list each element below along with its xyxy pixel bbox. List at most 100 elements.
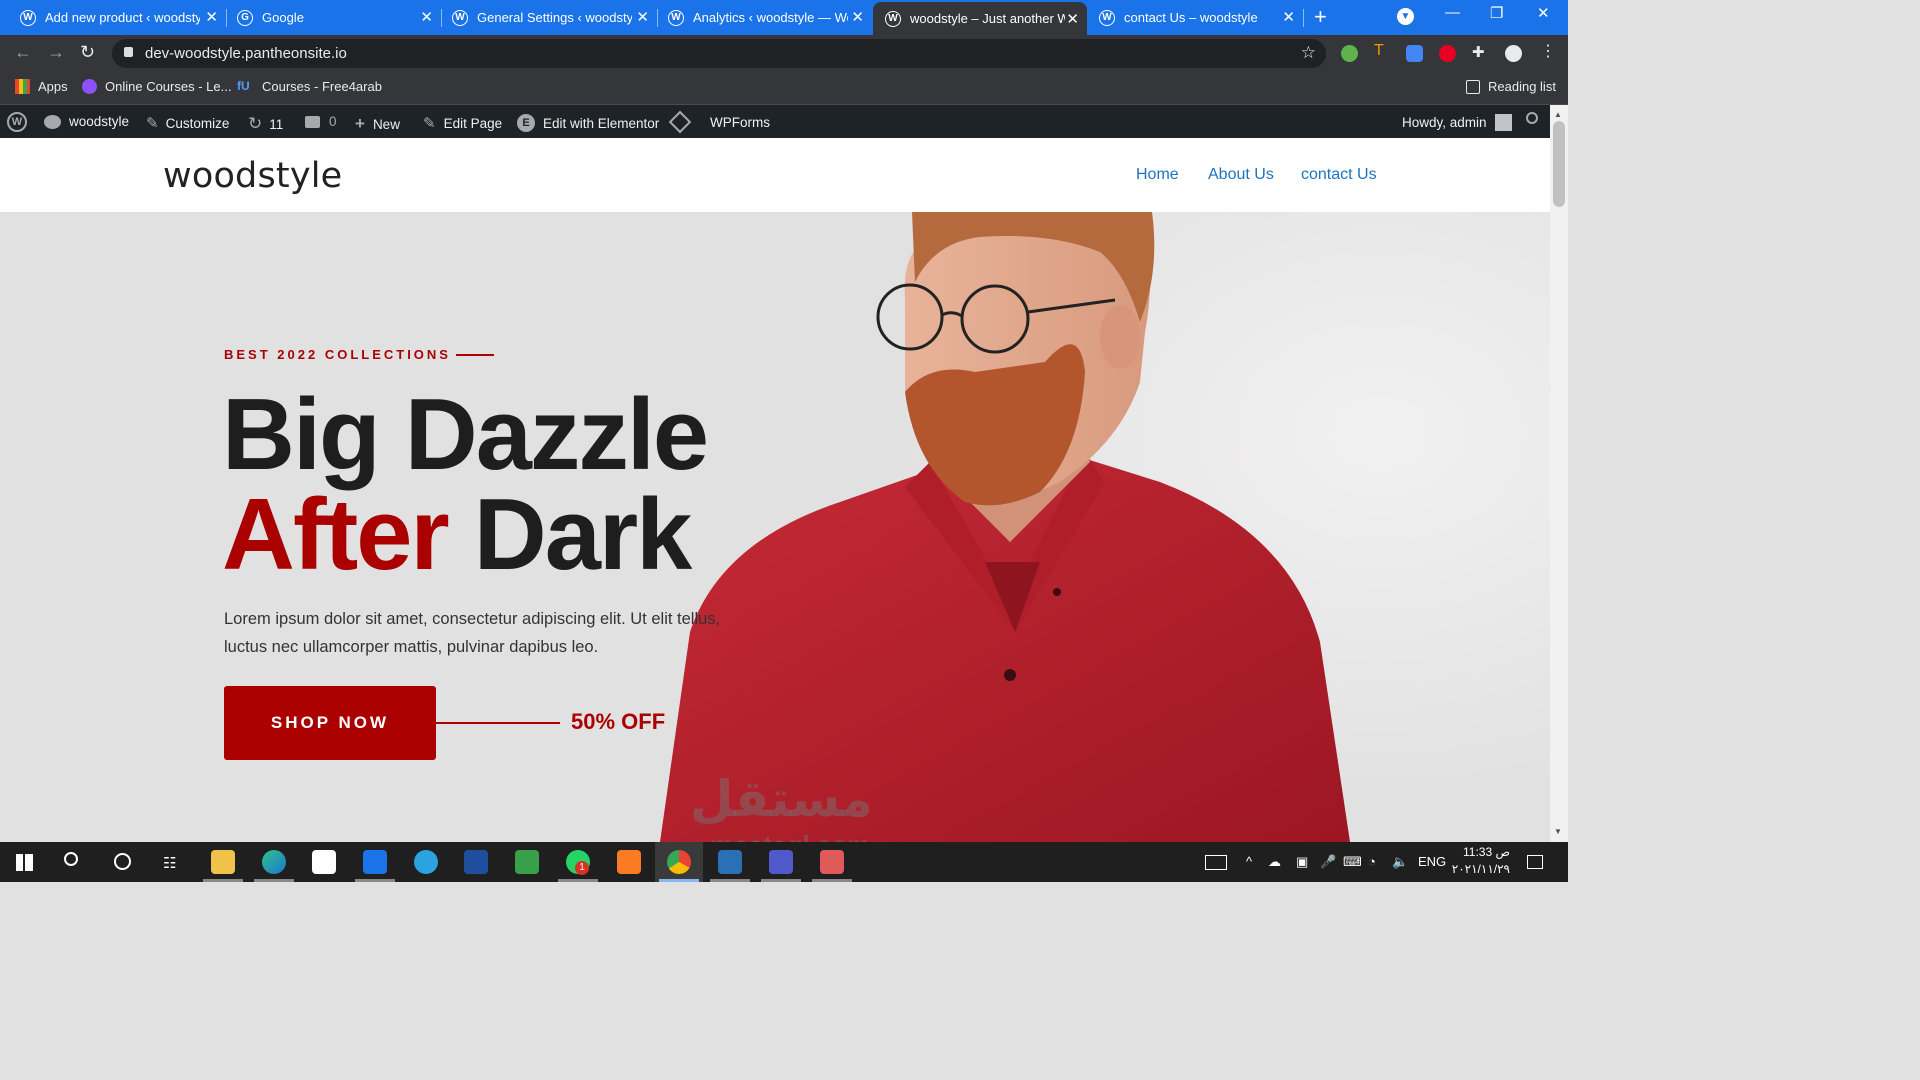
notifications-icon[interactable]: [1527, 855, 1543, 869]
new-content-button[interactable]: + New: [355, 114, 400, 134]
app-icon[interactable]: [515, 850, 539, 874]
restore-icon[interactable]: ❐: [1490, 4, 1503, 22]
taskbar-indicator: [558, 879, 598, 882]
clock-time: 11:33 ص: [1463, 845, 1510, 859]
windows-start-icon[interactable]: [16, 854, 33, 871]
close-tab-icon[interactable]: ✕: [636, 9, 649, 26]
search-icon: [1526, 112, 1538, 124]
nav-item-home[interactable]: Home: [1136, 166, 1179, 184]
keyboard-icon[interactable]: [1205, 855, 1227, 870]
extension-icon[interactable]: T: [1374, 42, 1391, 59]
show-hidden-icons-icon[interactable]: ^: [1246, 854, 1252, 869]
scroll-up-icon[interactable]: ▲: [1554, 110, 1562, 119]
close-tab-icon[interactable]: ✕: [1282, 9, 1295, 26]
task-view-icon[interactable]: ☷: [163, 854, 176, 872]
bookmark-courses[interactable]: fU Courses - Free4arab: [237, 79, 382, 94]
wordpress-icon: W: [668, 9, 684, 26]
menu-kebab-icon[interactable]: ⋮: [1540, 41, 1557, 60]
chrome-icon[interactable]: [667, 850, 691, 874]
volume-icon[interactable]: 🔈: [1392, 854, 1408, 870]
site-name-button[interactable]: woodstyle: [44, 114, 129, 129]
scroll-down-icon[interactable]: ▼: [1554, 827, 1562, 836]
store-icon[interactable]: [312, 850, 336, 874]
bookmark-online-courses[interactable]: Online Courses - Le...: [82, 79, 231, 94]
browser-tab[interactable]: G Google ✕: [227, 0, 441, 35]
translate-icon[interactable]: [1406, 45, 1423, 62]
free4arab-icon: fU: [237, 79, 250, 93]
search-icon[interactable]: [64, 852, 78, 866]
headline-dark-word: Dark: [447, 479, 693, 591]
bookmark-apps[interactable]: Apps: [15, 79, 68, 94]
page-scrollbar[interactable]: ▲ ▼: [1550, 105, 1568, 842]
wifi-icon[interactable]: ◔: [1368, 854, 1376, 869]
wp-admin-bar: W woodstyle ✎ Customize ↻ 11 0 + New ✎ E…: [0, 105, 1550, 138]
taskbar-indicator: [761, 879, 801, 882]
media-player-icon[interactable]: [718, 850, 742, 874]
updates-button[interactable]: ↻ 11: [248, 114, 283, 134]
xampp-icon[interactable]: [617, 850, 641, 874]
url-text[interactable]: dev-woodstyle.pantheonsite.io: [145, 45, 347, 62]
wpforms-icon: [668, 110, 692, 134]
app-icon[interactable]: [464, 850, 488, 874]
screen-recorder-icon[interactable]: [820, 850, 844, 874]
mail-icon[interactable]: [363, 850, 387, 874]
browser-tab[interactable]: W Analytics ‹ woodstyle — Wo ✕: [658, 0, 872, 35]
admin-search-button[interactable]: [1526, 112, 1538, 124]
hero-headline-line2: After Dark: [222, 478, 693, 593]
profile-icon[interactable]: [1505, 45, 1522, 62]
forward-icon[interactable]: →: [47, 42, 65, 63]
minimize-icon[interactable]: —: [1445, 4, 1460, 21]
file-explorer-icon[interactable]: [211, 850, 235, 874]
back-icon[interactable]: ←: [14, 42, 32, 63]
extension-icon[interactable]: [1341, 45, 1358, 62]
reading-list-button[interactable]: Reading list: [1466, 79, 1556, 94]
browser-tab[interactable]: W Add new product ‹ woodsty ✕: [0, 0, 226, 35]
browser-tab[interactable]: W contact Us – woodstyle ✕: [1088, 0, 1303, 35]
account-menu[interactable]: Howdy, admin: [1402, 114, 1512, 131]
tab-title: General Settings ‹ woodsty: [477, 10, 632, 25]
ime-icon[interactable]: ⌨: [1343, 854, 1362, 870]
edit-elementor-button[interactable]: E Edit with Elementor: [517, 114, 659, 132]
edge-icon[interactable]: [262, 850, 286, 874]
browser-tab-active[interactable]: W woodstyle – Just another W ✕: [873, 2, 1087, 35]
site-header: woodstyle Home About Us contact Us: [0, 138, 1550, 212]
taskbar-indicator: [355, 879, 395, 882]
edit-page-button[interactable]: ✎ Edit Page: [423, 114, 502, 132]
close-tab-icon[interactable]: ✕: [851, 9, 864, 26]
avatar: [1494, 114, 1512, 131]
browser-tab[interactable]: W General Settings ‹ woodsty ✕: [442, 0, 657, 35]
wp-logo-button[interactable]: W: [7, 112, 35, 132]
cortana-icon[interactable]: [114, 853, 131, 870]
discount-divider: [436, 722, 560, 724]
site-title-link[interactable]: woodstyle: [163, 156, 342, 196]
microphone-icon[interactable]: 🎤: [1320, 854, 1336, 870]
bookmark-star-icon[interactable]: ☆: [1301, 43, 1316, 63]
taskbar-indicator: [254, 879, 294, 882]
scroll-thumb[interactable]: [1553, 121, 1565, 207]
onedrive-icon[interactable]: ☁: [1268, 854, 1281, 870]
hero-eyebrow: BEST 2022 COLLECTIONS: [224, 347, 451, 362]
new-tab-icon[interactable]: +: [1314, 4, 1327, 30]
close-window-icon[interactable]: ✕: [1537, 4, 1550, 22]
close-tab-icon[interactable]: ✕: [1066, 11, 1079, 28]
bookmark-label: Apps: [38, 79, 68, 94]
teams-icon[interactable]: [769, 850, 793, 874]
extensions-puzzle-icon[interactable]: ✚: [1472, 43, 1489, 61]
wpforms-button[interactable]: WPForms: [668, 110, 770, 134]
close-tab-icon[interactable]: ✕: [205, 9, 218, 26]
telegram-icon[interactable]: [414, 850, 438, 874]
close-tab-icon[interactable]: ✕: [420, 9, 433, 26]
reload-icon[interactable]: ↻: [80, 42, 95, 63]
clock[interactable]: 11:33 ص ٢٠٢١/١١/٢٩: [1452, 844, 1510, 878]
pinterest-icon[interactable]: [1439, 45, 1456, 62]
comments-button[interactable]: 0: [305, 114, 337, 129]
camera-icon[interactable]: ▣: [1296, 854, 1308, 870]
language-indicator[interactable]: ENG: [1418, 854, 1446, 869]
customize-button[interactable]: ✎ Customize: [146, 114, 229, 132]
wpforms-label: WPForms: [710, 114, 770, 130]
shop-now-button[interactable]: SHOP NOW: [224, 686, 436, 760]
tab-search-icon[interactable]: ▼: [1397, 8, 1414, 25]
nav-item-about-us[interactable]: About Us: [1208, 166, 1274, 184]
nav-item-contact-us[interactable]: contact Us: [1301, 166, 1377, 184]
address-bar[interactable]: dev-woodstyle.pantheonsite.io ☆: [112, 39, 1326, 68]
